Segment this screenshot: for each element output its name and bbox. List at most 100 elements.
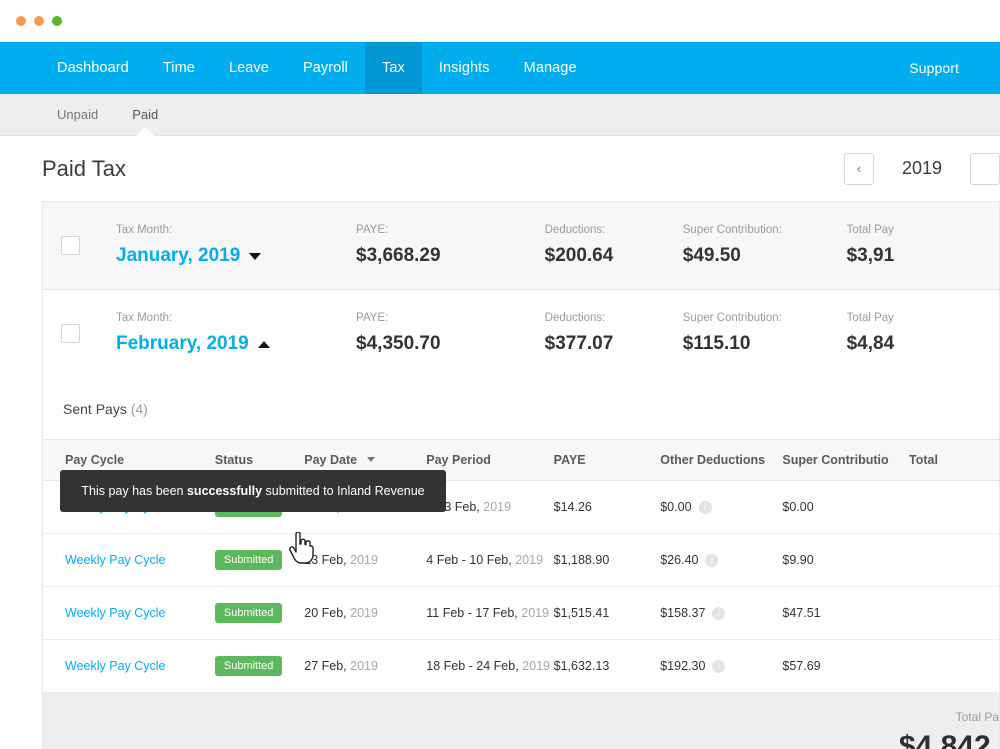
sort-descending-icon xyxy=(367,457,375,462)
column-label: Pay Date xyxy=(304,453,357,467)
month-cell-total: Total Pay $4,84 xyxy=(847,312,999,355)
pay-period-year: 2019 xyxy=(483,500,511,514)
pay-date-cell: 27 Feb, 2019 xyxy=(304,640,426,693)
month-row-february[interactable]: Tax Month: February, 2019 PAYE: $4,350.7… xyxy=(42,289,1000,377)
pay-period-year: 2019 xyxy=(522,659,550,673)
paye-cell: $1,515.41 xyxy=(554,587,661,640)
table-row[interactable]: Weekly Pay Cycle Submitted 27 Feb, 2019 … xyxy=(43,640,999,693)
pay-date-year: 2019 xyxy=(350,659,378,673)
pay-cycle-link[interactable]: Weekly Pay Cycle xyxy=(65,553,166,567)
other-deductions-cell: $192.30 i xyxy=(660,640,782,693)
month-checkbox-february[interactable] xyxy=(61,324,80,343)
other-deductions-value: $192.30 xyxy=(660,659,705,673)
nav-item-leave[interactable]: Leave xyxy=(212,42,286,94)
info-icon[interactable]: i xyxy=(699,501,712,514)
deductions-value: $200.64 xyxy=(545,245,683,267)
pay-date-day: 27 Feb, xyxy=(304,659,346,673)
tooltip-text: This pay has been successfully submitted… xyxy=(81,484,424,498)
subnav-item-unpaid[interactable]: Unpaid xyxy=(40,94,115,135)
super-contribution-cell: $57.69 xyxy=(782,640,909,693)
column-header-super-contribution[interactable]: Super Contributio xyxy=(782,440,909,481)
footer-total-panel: Total Pa $4,842. xyxy=(42,693,1000,749)
month-link-january[interactable]: January, 2019 xyxy=(116,245,356,267)
month-cell-paye: PAYE: $3,668.29 xyxy=(356,224,545,267)
previous-year-button[interactable]: ‹ xyxy=(844,153,874,185)
nav-item-dashboard[interactable]: Dashboard xyxy=(40,42,146,94)
maximize-window-dot[interactable] xyxy=(52,16,62,26)
nav-item-insights[interactable]: Insights xyxy=(422,42,507,94)
subnav-label: Paid xyxy=(132,107,158,122)
nav-label: Tax xyxy=(382,60,405,76)
tooltip-text-before: This pay has been xyxy=(81,484,187,498)
pay-period-year: 2019 xyxy=(515,553,543,567)
chevron-down-icon xyxy=(249,253,261,260)
status-badge[interactable]: Submitted xyxy=(215,603,283,623)
pay-period-range: 4 Feb - 10 Feb, xyxy=(426,553,511,567)
super-contribution-cell: $9.90 xyxy=(782,534,909,587)
pay-period-cell: 18 Feb - 24 Feb, 2019 xyxy=(426,640,553,693)
deductions-value: $377.07 xyxy=(545,333,683,355)
month-link-february[interactable]: February, 2019 xyxy=(116,333,356,355)
nav-label: Insights xyxy=(439,60,490,76)
pay-cycle-link[interactable]: Weekly Pay Cycle xyxy=(65,606,166,620)
nav-item-tax[interactable]: Tax xyxy=(365,42,422,94)
subnav-label: Unpaid xyxy=(57,107,98,122)
active-tab-caret-icon xyxy=(136,127,154,136)
app-window: Dashboard Time Leave Payroll Tax Insight… xyxy=(0,0,1000,749)
other-deductions-cell: $158.37 i xyxy=(660,587,782,640)
paye-cell: $14.26 xyxy=(554,481,661,534)
table-row[interactable]: Weekly Pay Cycle Submitted 13 Feb, 2019 … xyxy=(43,534,999,587)
nav-item-manage[interactable]: Manage xyxy=(507,42,594,94)
page-header: Paid Tax ‹ 2019 xyxy=(0,136,1000,201)
column-header-paye[interactable]: PAYE xyxy=(554,440,661,481)
paye-caption: PAYE: xyxy=(356,312,545,324)
page-title: Paid Tax xyxy=(42,156,126,182)
pay-date-cell: 13 Feb, 2019 xyxy=(304,534,426,587)
table-row[interactable]: Weekly Pay Cycle Submitted 20 Feb, 2019 … xyxy=(43,587,999,640)
other-deductions-cell: $26.40i xyxy=(660,534,782,587)
minimize-window-dot[interactable] xyxy=(34,16,44,26)
paye-value: $4,350.70 xyxy=(356,333,545,355)
status-badge[interactable]: Submitted xyxy=(215,656,283,676)
pay-date-day: 20 Feb, xyxy=(304,606,346,620)
paye-caption: PAYE: xyxy=(356,224,545,236)
sub-navigation: Unpaid Paid xyxy=(0,94,1000,136)
nav-item-payroll[interactable]: Payroll xyxy=(286,42,365,94)
nav-right-group: Support xyxy=(892,42,1000,94)
nav-items-group: Dashboard Time Leave Payroll Tax Insight… xyxy=(0,42,594,94)
pay-date-year: 2019 xyxy=(350,553,378,567)
month-cell-super: Super Contribution: $49.50 xyxy=(683,224,847,267)
column-header-total[interactable]: Total xyxy=(909,440,999,481)
subnav-item-paid[interactable]: Paid xyxy=(115,94,175,135)
month-cell-paye: PAYE: $4,350.70 xyxy=(356,312,545,355)
tax-month-caption: Tax Month: xyxy=(116,224,356,236)
nav-label: Payroll xyxy=(303,60,348,76)
nav-label: Dashboard xyxy=(57,60,129,76)
total-cell xyxy=(909,481,999,534)
info-icon[interactable]: i xyxy=(705,554,718,567)
close-window-dot[interactable] xyxy=(16,16,26,26)
nav-item-support[interactable]: Support xyxy=(892,42,976,94)
month-cell-total: Total Pay $3,91 xyxy=(847,224,999,267)
month-row-january[interactable]: Tax Month: January, 2019 PAYE: $3,668.29… xyxy=(42,201,1000,289)
status-badge[interactable]: Submitted xyxy=(215,550,283,570)
pay-cycle-link[interactable]: Weekly Pay Cycle xyxy=(65,659,166,673)
sent-pays-panel: Sent Pays (4) Pay Cycle Status Pay Date … xyxy=(42,377,1000,693)
total-caption: Total Pay xyxy=(847,312,999,324)
month-cell-deductions: Deductions: $200.64 xyxy=(545,224,683,267)
column-header-other-deductions[interactable]: Other Deductions xyxy=(660,440,782,481)
pay-date-day: 13 Feb, xyxy=(304,553,346,567)
month-name: January, 2019 xyxy=(116,245,240,267)
month-cell-deductions: Deductions: $377.07 xyxy=(545,312,683,355)
next-year-button[interactable] xyxy=(970,153,1000,185)
month-name: February, 2019 xyxy=(116,333,249,355)
other-deductions-value: $158.37 xyxy=(660,606,705,620)
month-cell-taxmonth: Tax Month: February, 2019 xyxy=(116,312,356,355)
month-checkbox-january[interactable] xyxy=(61,236,80,255)
info-icon[interactable]: i xyxy=(712,607,725,620)
year-navigation: ‹ 2019 xyxy=(844,153,1000,185)
nav-label: Support xyxy=(909,60,959,76)
paye-value: $3,668.29 xyxy=(356,245,545,267)
info-icon[interactable]: i xyxy=(712,660,725,673)
nav-item-time[interactable]: Time xyxy=(146,42,212,94)
